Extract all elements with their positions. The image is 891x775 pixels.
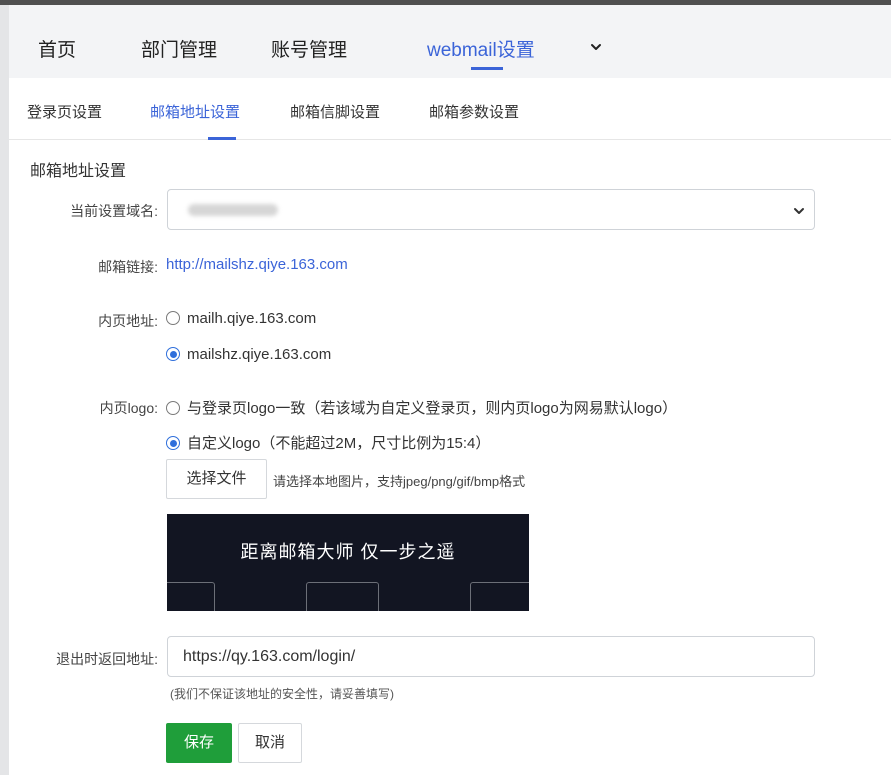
inner-address-label: 内页地址: — [98, 313, 158, 329]
radio-button[interactable] — [166, 311, 180, 325]
preview-shape — [167, 582, 215, 611]
sub-tabs: 登录页设置 邮箱地址设置 邮箱信脚设置 邮箱参数设置 — [9, 78, 891, 140]
preview-text: 距离邮箱大师 仅一步之遥 — [240, 542, 456, 562]
top-nav: 首页 部门管理 账号管理 webmail设置 — [9, 5, 891, 78]
domain-label: 当前设置域名: — [70, 203, 158, 219]
chevron-down-icon[interactable] — [586, 37, 606, 57]
preview-shape — [306, 582, 379, 611]
inner-logo-option-2[interactable]: 自定义logo（不能超过2M，尺寸比例为15:4） — [166, 432, 490, 453]
radio-button[interactable] — [166, 401, 180, 415]
nav-item-webmail-settings[interactable]: webmail设置 — [427, 35, 535, 62]
radio-button-selected[interactable] — [166, 347, 180, 361]
nav-active-underline — [471, 67, 503, 70]
file-hint: 请选择本地图片，支持jpeg/png/gif/bmp格式 — [273, 474, 526, 489]
mail-link[interactable]: http://mailshz.qiye.163.com — [166, 256, 348, 273]
choose-file-button[interactable]: 选择文件 — [166, 459, 267, 499]
section-title: 邮箱地址设置 — [30, 163, 127, 180]
mail-link-label: 邮箱链接: — [98, 259, 158, 275]
save-button[interactable]: 保存 — [166, 723, 232, 763]
preview-shape — [470, 582, 529, 611]
nav-item-accounts[interactable]: 账号管理 — [271, 35, 347, 62]
domain-value-redacted — [188, 204, 278, 216]
inner-address-option-1[interactable]: mailh.qiye.163.com — [166, 310, 316, 327]
logout-url-note: (我们不保证该地址的安全性，请妥善填写) — [170, 687, 394, 701]
tab-mail-address-settings[interactable]: 邮箱地址设置 — [150, 101, 240, 122]
tab-mail-footer-settings[interactable]: 邮箱信脚设置 — [290, 101, 380, 122]
nav-item-departments[interactable]: 部门管理 — [141, 35, 217, 62]
tab-active-underline — [208, 137, 236, 140]
chevron-down-icon — [794, 208, 804, 214]
radio-label: mailh.qiye.163.com — [187, 310, 317, 327]
inner-address-option-2[interactable]: mailshz.qiye.163.com — [166, 346, 331, 363]
radio-label: mailshz.qiye.163.com — [187, 346, 332, 363]
radio-button-selected[interactable] — [166, 436, 180, 450]
nav-item-home[interactable]: 首页 — [38, 35, 76, 62]
inner-logo-option-1[interactable]: 与登录页logo一致（若该域为自定义登录页，则内页logo为网易默认logo） — [166, 397, 677, 418]
radio-label: 自定义logo（不能超过2M，尺寸比例为15:4） — [187, 435, 491, 452]
logo-preview: 距离邮箱大师 仅一步之遥 — [167, 514, 529, 611]
cancel-button[interactable]: 取消 — [238, 723, 302, 763]
logout-url-label: 退出时返回地址: — [56, 651, 158, 667]
radio-label: 与登录页logo一致（若该域为自定义登录页，则内页logo为网易默认logo） — [187, 400, 678, 417]
inner-logo-label: 内页logo: — [99, 400, 158, 416]
left-edge — [0, 5, 9, 775]
domain-select[interactable] — [167, 189, 815, 230]
tab-login-page-settings[interactable]: 登录页设置 — [27, 101, 102, 122]
logout-url-input[interactable]: https://qy.163.com/login/ — [167, 636, 815, 677]
tab-mail-parameter-settings[interactable]: 邮箱参数设置 — [429, 101, 519, 122]
settings-panel: 登录页设置 邮箱地址设置 邮箱信脚设置 邮箱参数设置 邮箱地址设置 当前设置域名… — [9, 78, 891, 775]
